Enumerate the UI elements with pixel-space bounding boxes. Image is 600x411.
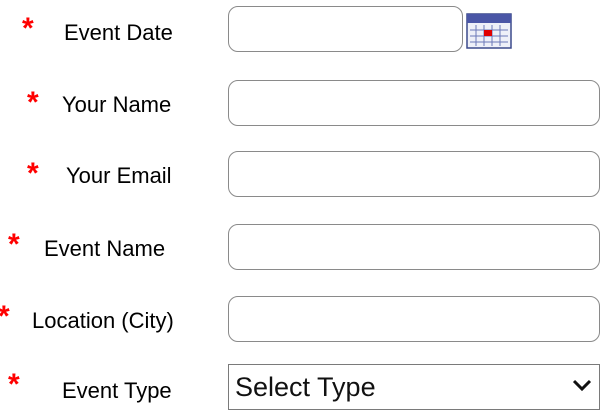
event-type-selected-value: Select Type — [235, 372, 376, 402]
form-row-event-name: * Event Name — [0, 224, 600, 272]
form-row-your-email: * Your Email — [0, 151, 600, 199]
event-name-input[interactable] — [228, 224, 600, 270]
event-type-label: Event Type — [62, 378, 172, 403]
required-asterisk: * — [0, 302, 10, 332]
chevron-down-icon[interactable] — [571, 377, 593, 398]
form-row-your-name: * Your Name — [0, 80, 600, 128]
your-email-label: Your Email — [66, 163, 172, 188]
location-input[interactable] — [228, 296, 600, 342]
required-asterisk: * — [27, 157, 39, 190]
your-name-input[interactable] — [228, 80, 600, 126]
required-asterisk: * — [8, 368, 20, 401]
required-asterisk: * — [22, 12, 34, 45]
event-date-label: Event Date — [64, 20, 173, 45]
location-label: Location (City) — [32, 308, 174, 333]
calendar-icon[interactable] — [466, 13, 512, 54]
form-row-event-date: * Event Date — [0, 6, 600, 62]
event-name-label: Event Name — [44, 236, 166, 261]
form-row-event-type: * Event Type Select Type — [0, 364, 600, 410]
your-name-label: Your Name — [62, 92, 172, 117]
your-email-input[interactable] — [228, 151, 600, 197]
event-date-input[interactable] — [228, 6, 463, 52]
required-asterisk: * — [27, 86, 39, 119]
event-type-select[interactable]: Select Type — [228, 364, 600, 410]
required-asterisk: * — [8, 228, 20, 261]
form-row-location: * Location (City) — [0, 296, 600, 346]
